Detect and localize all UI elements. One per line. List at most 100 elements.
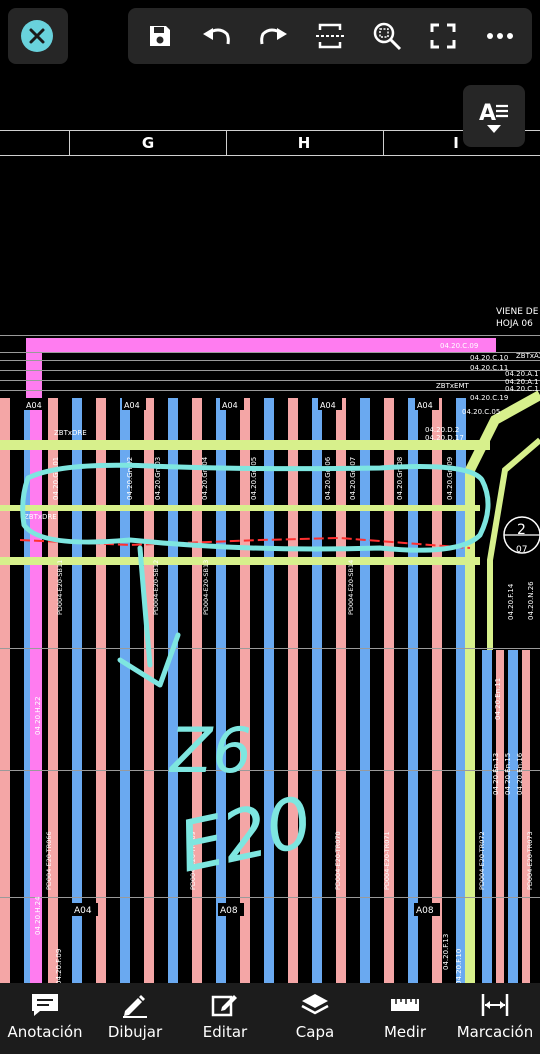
nav-measure[interactable]: Medir <box>360 983 450 1054</box>
bus-label: A04 <box>222 401 238 410</box>
more-button[interactable] <box>476 12 524 60</box>
nav-markup[interactable]: Marcación <box>450 983 540 1054</box>
redo-icon <box>260 28 288 45</box>
bus-label: A08 <box>416 906 434 916</box>
zoom-icon <box>373 22 401 51</box>
vertical-code: 04.20.En.16 <box>516 752 524 795</box>
yellow-green-bar <box>0 557 480 565</box>
column-divider <box>226 131 227 155</box>
cad-drawing[interactable]: VIENE DE HOJA 06 04.20.C.09 04.20.C.10 04.20… <box>0 0 540 1054</box>
nav-draw-label: Dibujar <box>107 1023 163 1041</box>
reference-label: 04.20.D.17 <box>425 434 464 442</box>
vertical-code: 04.20.F.09 <box>55 949 63 985</box>
cable-code: PD004-E20-TR070 <box>334 831 342 890</box>
vertical-code: 04.20.H.22 <box>34 696 42 735</box>
blue-cable-stripe <box>264 398 274 983</box>
nav-annotation[interactable]: Anotación <box>0 983 90 1054</box>
vertical-code: 04.20.Gn.04 <box>201 456 209 500</box>
vertical-code: 04.20.Gn.06 <box>324 456 332 500</box>
tag-label: ZBTxDRE <box>54 429 87 437</box>
vertical-code: 04.20.F.13 <box>442 934 450 970</box>
pencil-icon <box>120 992 150 1018</box>
bus-label: A08 <box>220 906 238 916</box>
reference-circle-sub: 07 <box>516 545 527 555</box>
column-label-h: H <box>297 134 311 152</box>
blue-cable-stripe <box>312 398 322 983</box>
viene-de-label: VIENE DE <box>496 307 539 317</box>
blue-cable-stripe <box>216 398 226 983</box>
text-style-button[interactable]: A <box>463 85 525 147</box>
reference-circle-number: 2 <box>517 522 526 538</box>
save-icon <box>150 26 171 46</box>
reference-label: 04.20.C.1 <box>505 385 539 393</box>
cable-code: PD004-E20-TR072 <box>478 831 486 890</box>
layers-icon <box>300 992 330 1018</box>
blue-cable-stripe <box>482 650 492 983</box>
grid-line <box>0 648 540 649</box>
nav-draw[interactable]: Dibujar <box>90 983 180 1054</box>
save-button[interactable] <box>136 12 184 60</box>
nav-measure-label: Medir <box>383 1023 427 1041</box>
vertical-code: 04.20.Gn.01 <box>52 457 60 500</box>
hoja-label: HOJA 06 <box>496 319 533 329</box>
cable-code: PD004-E20-TR073 <box>526 831 534 890</box>
measure-arrow-icon <box>480 992 510 1018</box>
cable-code: PD004-E20-TR066 <box>45 831 53 890</box>
pink-cable-stripe <box>432 398 442 983</box>
nav-layer-label: Capa <box>295 1023 335 1041</box>
edit-icon <box>210 992 240 1018</box>
cable-code: PD004-E20-TR071 <box>383 831 391 890</box>
vertical-code: 04.20.En.13 <box>492 753 500 795</box>
ruler-icon <box>390 992 420 1018</box>
tag-label: ZBTxEMT <box>436 382 469 390</box>
reference-label: 04.20.C.10 <box>470 354 508 362</box>
close-button[interactable] <box>8 8 68 64</box>
svg-text:A: A <box>479 101 496 122</box>
blue-cable-stripe <box>456 398 466 983</box>
vertical-code: 04.20.En.15 <box>504 753 512 795</box>
grid-line <box>0 770 540 771</box>
bus-label: A04 <box>124 401 140 410</box>
cable-code: PD004-E20-SB12 <box>152 560 160 615</box>
bus-label: A04 <box>320 401 336 410</box>
bus-label: A04 <box>74 906 92 916</box>
vertical-code: 04.20.H.24 <box>34 896 42 935</box>
comment-icon <box>30 992 60 1018</box>
grid-line <box>0 370 540 371</box>
fit-width-button[interactable] <box>306 12 354 60</box>
undo-button[interactable] <box>193 12 241 60</box>
zoom-button[interactable] <box>363 12 411 60</box>
bus-label: A04 <box>417 401 433 410</box>
column-header: G H I <box>0 130 540 156</box>
nav-edit[interactable]: Editar <box>180 983 270 1054</box>
nav-markup-label: Marcación <box>456 1023 534 1041</box>
pink-cable-stripe <box>384 398 394 983</box>
vertical-code: 04.20.F.14 <box>507 583 515 620</box>
grid-line <box>0 352 540 353</box>
column-label-g: G <box>141 134 155 152</box>
nav-edit-label: Editar <box>202 1023 248 1041</box>
text-style-icon: A <box>479 101 508 122</box>
fit-width-icon <box>315 23 344 49</box>
vertical-code: 04.20.Gn.07 <box>349 457 357 500</box>
chevron-down-icon <box>487 124 501 133</box>
pink-cable-stripe <box>336 398 346 983</box>
fullscreen-button[interactable] <box>419 12 467 60</box>
column-divider <box>69 131 70 155</box>
more-icon <box>486 33 513 39</box>
drawing-viewer[interactable]: VIENE DE HOJA 06 04.20.C.09 04.20.C.10 04.20… <box>0 0 540 1054</box>
pink-cable-stripe <box>96 398 106 983</box>
grid-line <box>0 390 540 391</box>
magenta-bus-horizontal <box>26 338 496 352</box>
undo-icon <box>202 28 230 45</box>
vertical-code: 04.20.En.11 <box>494 678 502 720</box>
reference-label: 04.20.C.19 <box>470 394 508 402</box>
bottom-navigation: Anotación Dibujar Editar Capa Medir Marc… <box>0 983 540 1054</box>
handwritten-z6: Z6 <box>168 714 252 787</box>
vertical-code: 04.20.N.26 <box>527 581 535 620</box>
redo-button[interactable] <box>249 12 297 60</box>
tag-label: ZBTxAX <box>516 352 540 360</box>
nav-layer[interactable]: Capa <box>270 983 360 1054</box>
pink-cable-stripe <box>288 398 298 983</box>
reference-label: 04.20.D.2 <box>425 426 459 434</box>
